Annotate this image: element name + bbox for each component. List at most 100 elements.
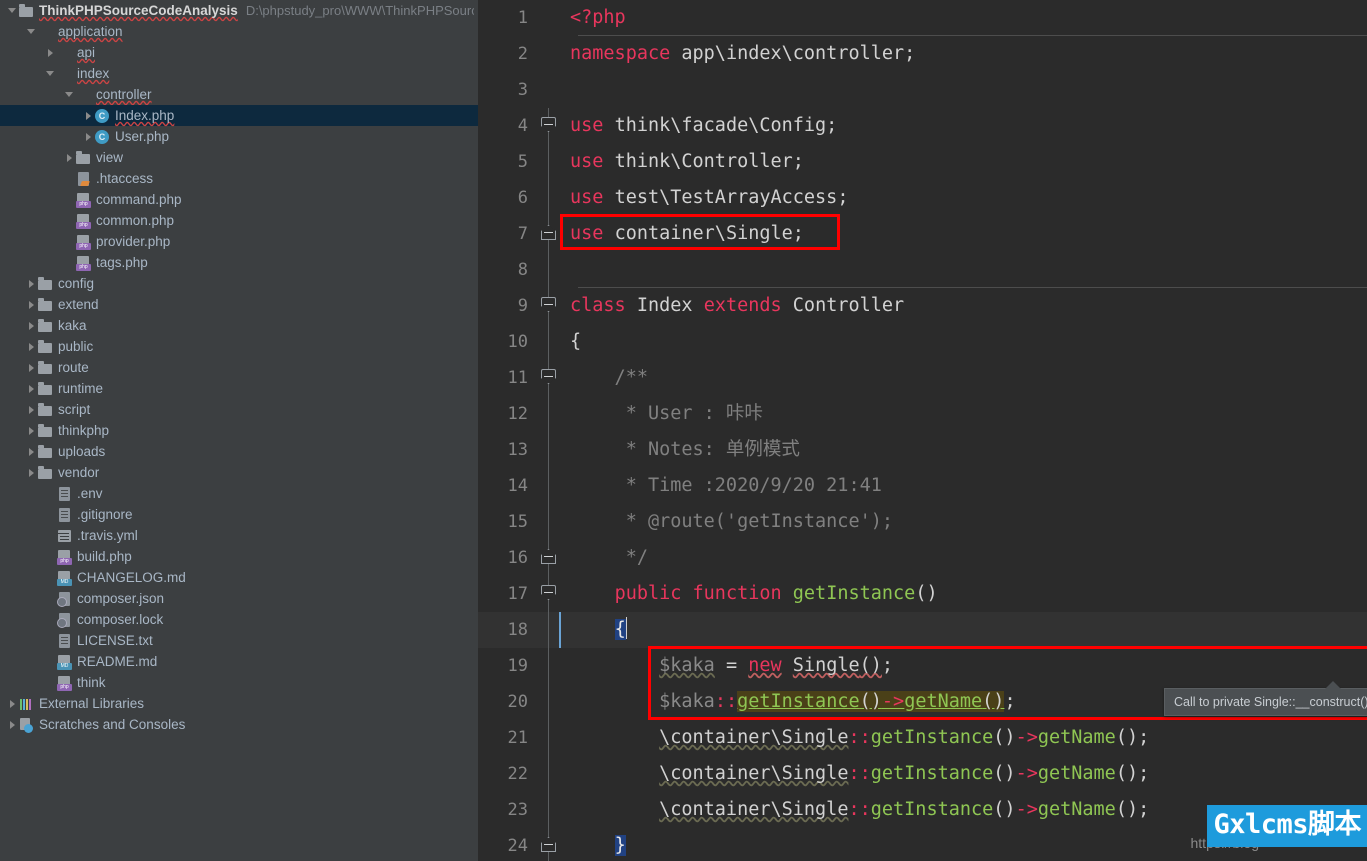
code-text[interactable]: /**: [570, 360, 1367, 396]
code-text[interactable]: \container\Single::getInstance()->getNam…: [570, 720, 1367, 756]
tree-item-runtime[interactable]: runtime: [0, 378, 478, 399]
fold-column[interactable]: [536, 324, 570, 360]
code-lines-container[interactable]: 1 <?php 2 namespace app\index\controller; 3 4…: [478, 0, 1367, 861]
tree-item-extend[interactable]: extend: [0, 294, 478, 315]
code-line-11[interactable]: 11 /**: [478, 360, 1367, 396]
chevron-right-icon[interactable]: [25, 273, 37, 294]
chevron-down-icon[interactable]: [25, 21, 37, 42]
tree-item-thinkphp[interactable]: thinkphp: [0, 420, 478, 441]
code-line-2[interactable]: 2 namespace app\index\controller;: [478, 36, 1367, 72]
fold-column[interactable]: [536, 0, 570, 36]
fold-column[interactable]: [536, 144, 570, 180]
tree-item-index[interactable]: index: [0, 63, 478, 84]
fold-column[interactable]: [536, 648, 570, 684]
fold-column[interactable]: [536, 36, 570, 72]
code-text[interactable]: */: [570, 540, 1367, 576]
tree-item-user-php[interactable]: User.php: [0, 126, 478, 147]
fold-column[interactable]: [536, 504, 570, 540]
tree-item-tags-php[interactable]: tags.php: [0, 252, 478, 273]
tree-item-kaka[interactable]: kaka: [0, 315, 478, 336]
tree-item-build-php[interactable]: build.php: [0, 546, 478, 567]
code-line-13[interactable]: 13 * Notes: 单例模式: [478, 432, 1367, 468]
code-editor[interactable]: 1 <?php 2 namespace app\index\controller; 3 4…: [478, 0, 1367, 861]
tree-item-htaccess[interactable]: .htaccess: [0, 168, 478, 189]
tree-item-thinkphpsourcecodeanalysis[interactable]: ThinkPHPSourceCodeAnalysis D:\phpstudy_pr…: [0, 0, 478, 21]
fold-column[interactable]: [536, 576, 570, 612]
tree-item-scratches-and-consoles[interactable]: Scratches and Consoles: [0, 714, 478, 735]
code-text[interactable]: * @route('getInstance');: [570, 504, 1367, 540]
chevron-right-icon[interactable]: [63, 147, 75, 168]
fold-column[interactable]: [536, 612, 570, 648]
tree-item-application[interactable]: application: [0, 21, 478, 42]
tree-item-command-php[interactable]: command.php: [0, 189, 478, 210]
tree-item-common-php[interactable]: common.php: [0, 210, 478, 231]
fold-column[interactable]: [536, 180, 570, 216]
code-line-19[interactable]: 19 $kaka = new Single();: [478, 648, 1367, 684]
tree-item-api[interactable]: api: [0, 42, 478, 63]
chevron-right-icon[interactable]: [25, 399, 37, 420]
tree-item-composer-lock[interactable]: composer.lock: [0, 609, 478, 630]
fold-column[interactable]: [536, 360, 570, 396]
fold-toggle-icon[interactable]: [541, 585, 556, 600]
code-line-21[interactable]: 21 \container\Single::getInstance()->get…: [478, 720, 1367, 756]
chevron-down-icon[interactable]: [63, 84, 75, 105]
tree-item-uploads[interactable]: uploads: [0, 441, 478, 462]
code-line-14[interactable]: 14 * Time :2020/9/20 21:41: [478, 468, 1367, 504]
tree-item-provider-php[interactable]: provider.php: [0, 231, 478, 252]
chevron-right-icon[interactable]: [25, 336, 37, 357]
code-line-18[interactable]: 18 {: [478, 612, 1367, 648]
fold-column[interactable]: [536, 288, 570, 324]
code-text[interactable]: \container\Single::getInstance()->getNam…: [570, 756, 1367, 792]
fold-toggle-icon[interactable]: [541, 369, 556, 384]
fold-toggle-icon[interactable]: [541, 837, 556, 852]
chevron-right-icon[interactable]: [6, 693, 18, 714]
fold-column[interactable]: [536, 720, 570, 756]
code-text[interactable]: public function getInstance(): [570, 576, 1367, 612]
fold-column[interactable]: [536, 792, 570, 828]
code-text[interactable]: * User : 咔咔: [570, 396, 1367, 432]
tree-item-travis-yml[interactable]: .travis.yml: [0, 525, 478, 546]
code-line-7[interactable]: 7 use container\Single;: [478, 216, 1367, 252]
chevron-down-icon[interactable]: [6, 0, 18, 21]
fold-toggle-icon[interactable]: [541, 117, 556, 132]
fold-column[interactable]: [536, 540, 570, 576]
code-text[interactable]: * Time :2020/9/20 21:41: [570, 468, 1367, 504]
code-line-8[interactable]: 8: [478, 252, 1367, 288]
chevron-right-icon[interactable]: [6, 714, 18, 735]
code-line-6[interactable]: 6 use test\TestArrayAccess;: [478, 180, 1367, 216]
chevron-right-icon[interactable]: [25, 315, 37, 336]
tree-item-env[interactable]: .env: [0, 483, 478, 504]
chevron-down-icon[interactable]: [44, 63, 56, 84]
fold-toggle-icon[interactable]: [541, 549, 556, 564]
code-line-12[interactable]: 12 * User : 咔咔: [478, 396, 1367, 432]
code-line-9[interactable]: 9 class Index extends Controller: [478, 288, 1367, 324]
code-text[interactable]: {: [570, 612, 1367, 648]
tree-item-vendor[interactable]: vendor: [0, 462, 478, 483]
fold-column[interactable]: [536, 756, 570, 792]
chevron-right-icon[interactable]: [25, 378, 37, 399]
code-text[interactable]: {: [570, 324, 1367, 360]
tree-item-index-php[interactable]: Index.php: [0, 105, 478, 126]
fold-column[interactable]: [536, 108, 570, 144]
chevron-right-icon[interactable]: [82, 126, 94, 147]
code-text[interactable]: * Notes: 单例模式: [570, 432, 1367, 468]
tree-item-think[interactable]: think: [0, 672, 478, 693]
code-line-3[interactable]: 3: [478, 72, 1367, 108]
code-line-4[interactable]: 4 use think\facade\Config;: [478, 108, 1367, 144]
code-text[interactable]: namespace app\index\controller;: [570, 36, 1367, 72]
tree-item-config[interactable]: config: [0, 273, 478, 294]
chevron-right-icon[interactable]: [25, 357, 37, 378]
code-text[interactable]: class Index extends Controller: [570, 288, 1367, 324]
fold-column[interactable]: [536, 72, 570, 108]
code-line-16[interactable]: 16 */: [478, 540, 1367, 576]
code-line-22[interactable]: 22 \container\Single::getInstance()->get…: [478, 756, 1367, 792]
tree-item-public[interactable]: public: [0, 336, 478, 357]
fold-column[interactable]: [536, 252, 570, 288]
project-tree-panel[interactable]: ThinkPHPSourceCodeAnalysis D:\phpstudy_pr…: [0, 0, 478, 861]
chevron-right-icon[interactable]: [25, 462, 37, 483]
fold-column[interactable]: [536, 828, 570, 861]
code-line-1[interactable]: 1 <?php: [478, 0, 1367, 36]
code-text[interactable]: use think\Controller;: [570, 144, 1367, 180]
code-text[interactable]: use think\facade\Config;: [570, 108, 1367, 144]
tree-item-controller[interactable]: controller: [0, 84, 478, 105]
